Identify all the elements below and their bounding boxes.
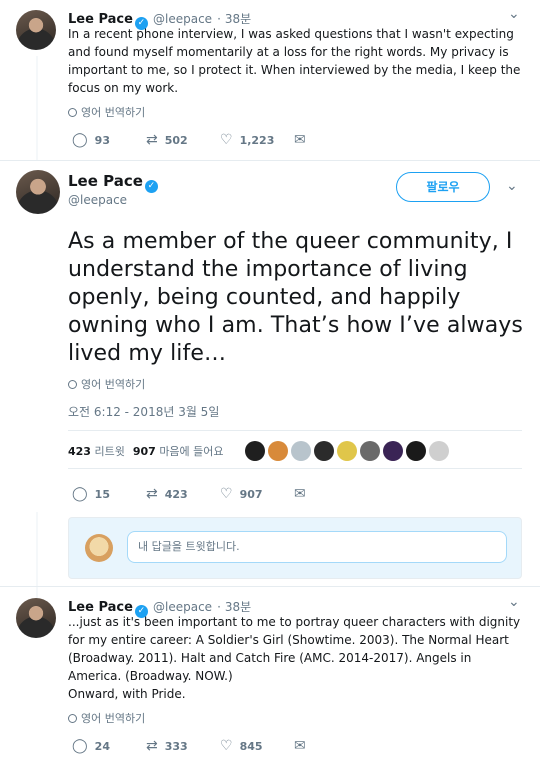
tweet-time[interactable]: 38분 [225, 600, 251, 614]
retweet-button[interactable]: ⇄ 502 [146, 132, 220, 148]
liker-avatar[interactable] [405, 441, 426, 461]
verified-badge-icon: ✓ [144, 180, 158, 193]
author-handle[interactable]: @leepace [153, 600, 212, 614]
dm-button[interactable]: ✉ [294, 486, 306, 502]
retweet-stat[interactable]: 423 리트윗 [68, 443, 125, 459]
reply-composer: 내 답글을 트윗합니다. [68, 517, 522, 579]
like-stat[interactable]: 907 마음에 들어요 [133, 443, 224, 459]
like-button[interactable]: ♡ 1,223 [220, 132, 294, 148]
like-count: 845 [239, 739, 263, 753]
divider [0, 160, 540, 161]
globe-icon [68, 379, 77, 389]
reply-icon: ◯ [72, 486, 88, 502]
tweet-actions: ◯ 15 ⇄ 423 ♡ 907 ✉ [72, 486, 306, 502]
retweet-count: 502 [164, 133, 188, 147]
like-button[interactable]: ♡ 845 [220, 738, 294, 754]
reply-count: 24 [94, 739, 110, 753]
reply-input[interactable]: 내 답글을 트윗합니다. [127, 531, 507, 563]
retweet-button[interactable]: ⇄ 333 [146, 738, 220, 754]
reply-icon: ◯ [72, 132, 88, 148]
retweet-icon: ⇄ [146, 738, 158, 754]
avatar[interactable] [16, 598, 56, 638]
reply-button[interactable]: ◯ 24 [72, 738, 146, 754]
globe-icon [68, 107, 77, 117]
avatar[interactable] [16, 170, 60, 214]
translate-link[interactable]: 영어 번역하기 [68, 710, 145, 726]
author-name[interactable]: Lee Pace ✓ [68, 172, 158, 193]
thread-line-top [36, 56, 38, 160]
envelope-icon: ✉ [294, 738, 306, 754]
tweet-text: As a member of the queer community, I un… [68, 229, 523, 366]
chevron-down-icon[interactable]: ⌄ [508, 594, 520, 610]
translate-link[interactable]: 영어 번역하기 [68, 104, 145, 120]
translate-label: 영어 번역하기 [81, 106, 146, 119]
like-button[interactable]: ♡ 907 [220, 486, 294, 502]
author-handle[interactable]: @leepace [68, 193, 127, 207]
liker-avatar[interactable] [290, 441, 311, 461]
retweet-count: 423 [164, 487, 188, 501]
tweet-text: In a recent phone interview, I was asked… [68, 27, 521, 95]
reply-button[interactable]: ◯ 93 [72, 132, 146, 148]
retweet-icon: ⇄ [146, 486, 158, 502]
divider [68, 468, 522, 469]
reply-count: 15 [94, 487, 110, 501]
reply-button[interactable]: ◯ 15 [72, 486, 146, 502]
translate-link[interactable]: 영어 번역하기 [68, 376, 145, 392]
chevron-down-icon[interactable]: ⌄ [508, 6, 520, 22]
tweet-actions: ◯ 24 ⇄ 333 ♡ 845 ✉ [72, 738, 306, 754]
reply-icon: ◯ [72, 738, 88, 754]
dm-button[interactable]: ✉ [294, 738, 306, 754]
liker-avatar[interactable] [267, 441, 288, 461]
liker-avatar[interactable] [359, 441, 380, 461]
heart-icon: ♡ [220, 738, 233, 754]
follow-button[interactable]: 팔로우 [396, 172, 490, 202]
retweet-icon: ⇄ [146, 132, 158, 148]
tweet-time[interactable]: 38분 [225, 12, 251, 26]
reply-count: 93 [94, 133, 110, 147]
envelope-icon: ✉ [294, 132, 306, 148]
tweet-timestamp[interactable]: 오전 6:12 - 2018년 3월 5일 [68, 403, 219, 420]
globe-icon [68, 713, 77, 723]
retweet-button[interactable]: ⇄ 423 [146, 486, 220, 502]
tweet-text: ...just as it's been important to me to … [68, 615, 521, 701]
like-count: 1,223 [239, 133, 275, 147]
translate-label: 영어 번역하기 [81, 712, 146, 725]
liker-avatars [242, 441, 449, 461]
envelope-icon: ✉ [294, 486, 306, 502]
like-count: 907 [239, 487, 263, 501]
divider [68, 430, 522, 431]
author-handle[interactable]: @leepace [153, 12, 212, 26]
divider [0, 586, 540, 587]
chevron-down-icon[interactable]: ⌄ [506, 178, 518, 194]
engagement-stats: 423 리트윗 907 마음에 들어요 [68, 441, 449, 461]
liker-avatar[interactable] [313, 441, 334, 461]
liker-avatar[interactable] [336, 441, 357, 461]
dm-button[interactable]: ✉ [294, 132, 306, 148]
tweet-actions: ◯ 93 ⇄ 502 ♡ 1,223 ✉ [72, 132, 306, 148]
user-avatar [85, 534, 113, 562]
liker-avatar[interactable] [382, 441, 403, 461]
avatar[interactable] [16, 10, 56, 50]
heart-icon: ♡ [220, 132, 233, 148]
heart-icon: ♡ [220, 486, 233, 502]
retweet-count: 333 [164, 739, 188, 753]
liker-avatar[interactable] [244, 441, 265, 461]
liker-avatar[interactable] [428, 441, 449, 461]
translate-label: 영어 번역하기 [81, 378, 146, 391]
